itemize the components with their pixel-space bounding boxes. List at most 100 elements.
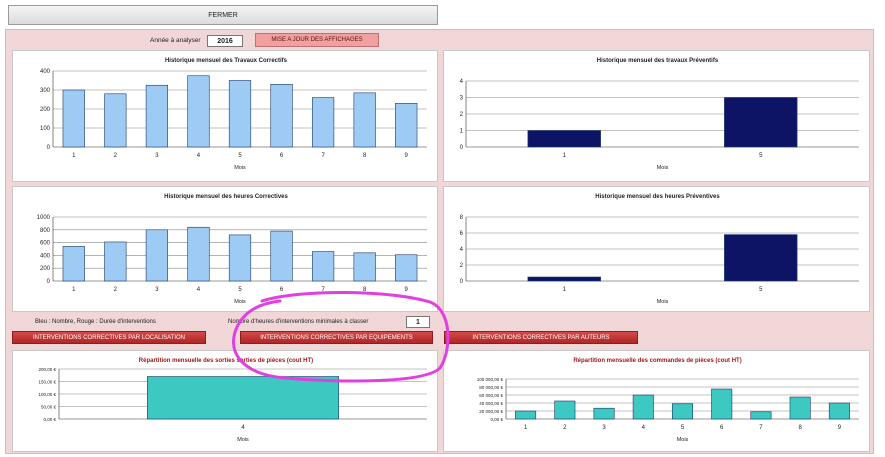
bar xyxy=(672,403,693,420)
bar xyxy=(527,276,601,282)
panel-corrective-hours: Historique mensuel des heures Corrective… xyxy=(12,186,438,312)
y-tick-label: 100 xyxy=(40,126,51,132)
bar xyxy=(312,97,335,148)
bar xyxy=(353,252,376,282)
bar xyxy=(145,84,168,148)
chart-title: Historique mensuel des Travaux Correctif… xyxy=(165,58,288,64)
y-tick-label: 400 xyxy=(40,69,51,75)
chart-title: Répartition mensuelle des commandes de p… xyxy=(573,358,741,364)
y-tick-label: 3 xyxy=(460,96,464,102)
bar xyxy=(270,83,293,148)
bar xyxy=(750,411,772,420)
min-hours-label: Nombre d'heures d'interventions minimale… xyxy=(228,319,369,325)
x-tick-label: 8 xyxy=(798,425,802,431)
y-tick-label: 150,00 € xyxy=(38,380,56,385)
x-axis-label: Mois xyxy=(657,165,669,171)
y-tick-label: 200,00 € xyxy=(38,367,56,372)
y-tick-label: 40 000,00 € xyxy=(479,401,503,406)
x-tick-label: 4 xyxy=(197,153,201,159)
y-tick-label: 60 000,00 € xyxy=(479,393,503,398)
by-author-button[interactable]: INTERVENTIONS CORRECTIVES PAR AUTEURS xyxy=(444,331,638,344)
bar xyxy=(828,402,850,420)
y-tick-label: 1000 xyxy=(37,215,51,221)
bar xyxy=(145,229,168,282)
legend-note: Bleu : Nombre, Rouge : Durée d'intervent… xyxy=(35,319,156,325)
bar xyxy=(353,92,376,148)
bar xyxy=(62,246,85,282)
x-tick-label: 1 xyxy=(563,153,567,159)
x-tick-label: 7 xyxy=(759,425,763,431)
bar xyxy=(632,394,654,420)
bar xyxy=(724,234,798,282)
y-tick-label: 100,00 € xyxy=(38,392,56,397)
min-hours-input[interactable]: 1 xyxy=(406,316,430,328)
x-tick-label: 3 xyxy=(602,425,606,431)
by-equipment-button[interactable]: INTERVENTIONS CORRECTIVES PAR EQUIPEMENT… xyxy=(240,331,433,344)
bar xyxy=(187,226,210,282)
y-tick-label: 0,00 € xyxy=(490,417,503,422)
update-display-button[interactable]: MISE A JOUR DES AFFICHAGES xyxy=(255,33,379,47)
y-tick-label: 0 xyxy=(47,145,51,151)
x-tick-label: 8 xyxy=(363,287,367,293)
chart-title: Historique mensuel des heures Préventive… xyxy=(595,194,720,200)
bar xyxy=(270,230,293,282)
x-tick-label: 1 xyxy=(72,287,76,293)
x-tick-label: 6 xyxy=(280,153,284,159)
y-tick-label: 0 xyxy=(460,145,464,151)
by-location-button[interactable]: INTERVENTIONS CORRECTIVES PAR LOCALISATI… xyxy=(12,331,206,344)
y-tick-label: 1 xyxy=(460,129,464,135)
x-tick-label: 1 xyxy=(524,425,528,431)
y-tick-label: 800 xyxy=(40,228,51,234)
bar xyxy=(724,97,798,148)
bar xyxy=(711,388,733,420)
x-tick-label: 5 xyxy=(238,287,242,293)
y-tick-label: 0 xyxy=(460,279,464,285)
y-tick-label: 200 xyxy=(40,266,51,272)
x-tick-label: 9 xyxy=(405,287,409,293)
x-axis-label: Mois xyxy=(234,299,246,305)
y-tick-label: 400 xyxy=(40,253,51,259)
x-tick-label: 9 xyxy=(838,425,842,431)
bar xyxy=(527,130,601,148)
x-tick-label: 3 xyxy=(155,153,159,159)
y-tick-label: 600 xyxy=(40,241,51,247)
bar xyxy=(147,376,339,420)
y-tick-label: 4 xyxy=(460,79,464,85)
panel-parts-orders-cost: Répartition mensuelle des commandes de p… xyxy=(443,350,870,452)
x-tick-label: 2 xyxy=(114,287,118,293)
x-tick-label: 5 xyxy=(759,287,763,293)
bar xyxy=(789,396,811,420)
x-tick-label: 7 xyxy=(321,153,325,159)
y-tick-label: 300 xyxy=(40,88,51,94)
y-tick-label: 80 000,00 € xyxy=(479,385,503,390)
x-tick-label: 2 xyxy=(563,425,567,431)
bar xyxy=(312,251,335,282)
close-button[interactable]: FERMER xyxy=(8,5,438,25)
y-tick-label: 6 xyxy=(460,231,464,237)
x-axis-label: Mois xyxy=(677,437,689,443)
bar xyxy=(395,102,418,148)
x-tick-label: 1 xyxy=(563,287,567,293)
y-tick-label: 100 000,00 € xyxy=(477,377,504,382)
x-tick-label: 8 xyxy=(363,153,367,159)
x-tick-label: 7 xyxy=(321,287,325,293)
bar xyxy=(187,75,210,148)
y-tick-label: 0,00 € xyxy=(43,417,56,422)
x-tick-label: 9 xyxy=(405,153,409,159)
y-tick-label: 20 000,00 € xyxy=(479,409,503,414)
panel-corrective-work: Historique mensuel des Travaux Correctif… xyxy=(12,50,438,182)
bar xyxy=(593,407,615,420)
y-tick-label: 4 xyxy=(460,247,464,253)
x-tick-label: 4 xyxy=(197,287,201,293)
x-tick-label: 6 xyxy=(280,287,284,293)
bar xyxy=(515,410,537,420)
x-tick-label: 6 xyxy=(720,425,724,431)
chart-title: Historique mensuel des heures Corrective… xyxy=(164,194,288,200)
y-tick-label: 0 xyxy=(47,279,51,285)
x-tick-label: 5 xyxy=(238,153,242,159)
y-tick-label: 50,00 € xyxy=(41,405,57,410)
x-tick-label: 1 xyxy=(72,153,76,159)
year-input[interactable]: 2016 xyxy=(207,35,243,47)
year-label: Année à analyser xyxy=(150,37,201,44)
panel-preventive-work: Historique mensuel des travaux Préventif… xyxy=(443,50,870,182)
